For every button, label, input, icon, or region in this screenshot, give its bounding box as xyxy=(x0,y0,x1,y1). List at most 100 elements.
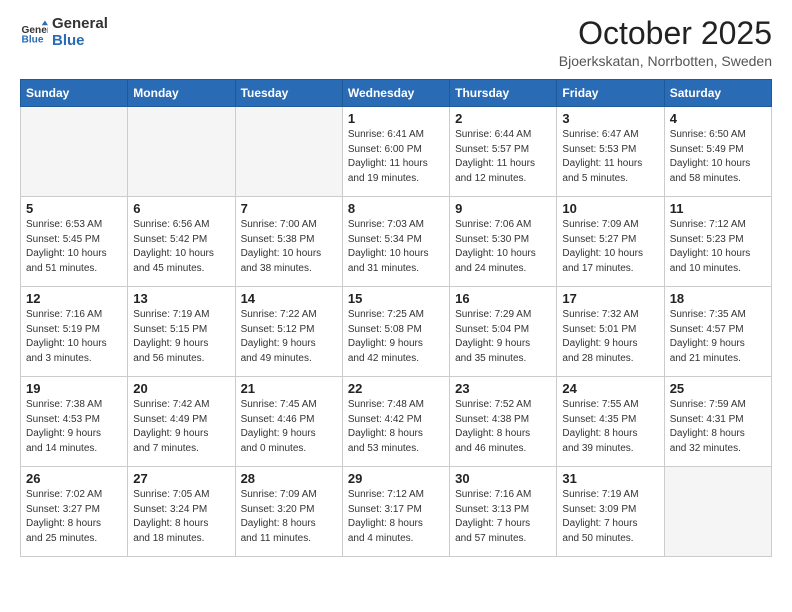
weekday-header-saturday: Saturday xyxy=(664,80,771,107)
calendar-cell: 2 Sunrise: 6:44 AM Sunset: 5:57 PM Daylig… xyxy=(450,107,557,197)
day-number: 23 xyxy=(455,381,551,396)
logo-general: General xyxy=(52,16,108,33)
calendar-cell xyxy=(664,467,771,557)
calendar-week-row: 12Sunrise: 7:16 AM Sunset: 5:19 PM Dayli… xyxy=(21,287,772,377)
day-info: Sunrise: 6:50 AM Sunset: 5:49 PM Dayligh… xyxy=(670,128,766,186)
day-info: Sunrise: 6:47 AM Sunset: 5:53 PM Dayligh… xyxy=(562,128,658,186)
day-info: Sunrise: 7:05 AM Sunset: 3:24 PM Dayligh… xyxy=(133,488,229,546)
calendar-cell: 17Sunrise: 7:32 AM Sunset: 5:01 PM Dayli… xyxy=(557,287,664,377)
day-info: Sunrise: 7:55 AM Sunset: 4:35 PM Dayligh… xyxy=(562,398,658,456)
day-number: 8 xyxy=(348,201,444,216)
day-number: 31 xyxy=(562,471,658,486)
day-info: Sunrise: 7:12 AM Sunset: 3:17 PM Dayligh… xyxy=(348,488,444,546)
day-number: 10 xyxy=(562,201,658,216)
day-info: Sunrise: 6:41 AM Sunset: 6:00 PM Dayligh… xyxy=(348,128,444,186)
day-info: Sunrise: 7:03 AM Sunset: 5:34 PM Dayligh… xyxy=(348,218,444,276)
calendar-cell: 9 Sunrise: 7:06 AM Sunset: 5:30 PM Daylig… xyxy=(450,197,557,287)
calendar-week-row: 1Sunrise: 6:41 AM Sunset: 6:00 PM Daylig… xyxy=(21,107,772,197)
day-info: Sunrise: 7:29 AM Sunset: 5:04 PM Dayligh… xyxy=(455,308,551,366)
weekday-header-tuesday: Tuesday xyxy=(235,80,342,107)
day-number: 5 xyxy=(26,201,122,216)
weekday-header-sunday: Sunday xyxy=(21,80,128,107)
day-info: Sunrise: 7:16 AM Sunset: 5:19 PM Dayligh… xyxy=(26,308,122,366)
month-title: October 2025 xyxy=(559,16,772,51)
day-number: 24 xyxy=(562,381,658,396)
calendar-cell: 6Sunrise: 6:56 AM Sunset: 5:42 PM Daylig… xyxy=(128,197,235,287)
day-number: 30 xyxy=(455,471,551,486)
calendar-cell: 14 Sunrise: 7:22 AM Sunset: 5:12 PM Dayli… xyxy=(235,287,342,377)
calendar-cell xyxy=(128,107,235,197)
day-number: 14 xyxy=(241,291,337,306)
day-number: 9 xyxy=(455,201,551,216)
calendar-cell: 19 Sunrise: 7:38 AM Sunset: 4:53 PM Dayli… xyxy=(21,377,128,467)
day-info: Sunrise: 6:56 AM Sunset: 5:42 PM Dayligh… xyxy=(133,218,229,276)
day-number: 21 xyxy=(241,381,337,396)
calendar-cell: 16 Sunrise: 7:29 AM Sunset: 5:04 PM Dayli… xyxy=(450,287,557,377)
day-info: Sunrise: 6:44 AM Sunset: 5:57 PM Dayligh… xyxy=(455,128,551,186)
calendar-cell: 26 Sunrise: 7:02 AM Sunset: 3:27 PM Dayli… xyxy=(21,467,128,557)
day-number: 17 xyxy=(562,291,658,306)
day-number: 26 xyxy=(26,471,122,486)
calendar-cell: 18Sunrise: 7:35 AM Sunset: 4:57 PM Dayli… xyxy=(664,287,771,377)
calendar-cell: 10 Sunrise: 7:09 AM Sunset: 5:27 PM Dayli… xyxy=(557,197,664,287)
calendar-cell: 27 Sunrise: 7:05 AM Sunset: 3:24 PM Dayli… xyxy=(128,467,235,557)
day-info: Sunrise: 7:09 AM Sunset: 5:27 PM Dayligh… xyxy=(562,218,658,276)
day-number: 20 xyxy=(133,381,229,396)
location: Bjoerkskatan, Norrbotten, Sweden xyxy=(559,53,772,69)
weekday-header-wednesday: Wednesday xyxy=(342,80,449,107)
day-number: 13 xyxy=(133,291,229,306)
calendar-cell: 1Sunrise: 6:41 AM Sunset: 6:00 PM Daylig… xyxy=(342,107,449,197)
calendar-cell: 3 Sunrise: 6:47 AM Sunset: 5:53 PM Daylig… xyxy=(557,107,664,197)
day-info: Sunrise: 7:19 AM Sunset: 3:09 PM Dayligh… xyxy=(562,488,658,546)
logo-blue: Blue xyxy=(52,33,108,50)
title-block: October 2025 Bjoerkskatan, Norrbotten, S… xyxy=(559,16,772,69)
day-info: Sunrise: 7:12 AM Sunset: 5:23 PM Dayligh… xyxy=(670,218,766,276)
calendar-cell xyxy=(235,107,342,197)
day-number: 11 xyxy=(670,201,766,216)
day-info: Sunrise: 7:06 AM Sunset: 5:30 PM Dayligh… xyxy=(455,218,551,276)
day-number: 18 xyxy=(670,291,766,306)
day-info: Sunrise: 7:02 AM Sunset: 3:27 PM Dayligh… xyxy=(26,488,122,546)
calendar-cell: 31 Sunrise: 7:19 AM Sunset: 3:09 PM Dayli… xyxy=(557,467,664,557)
day-info: Sunrise: 7:22 AM Sunset: 5:12 PM Dayligh… xyxy=(241,308,337,366)
weekday-header-thursday: Thursday xyxy=(450,80,557,107)
day-number: 2 xyxy=(455,111,551,126)
day-info: Sunrise: 7:48 AM Sunset: 4:42 PM Dayligh… xyxy=(348,398,444,456)
weekday-header-monday: Monday xyxy=(128,80,235,107)
logo: General Blue General Blue xyxy=(20,16,108,49)
calendar-cell: 24 Sunrise: 7:55 AM Sunset: 4:35 PM Dayli… xyxy=(557,377,664,467)
day-info: Sunrise: 7:38 AM Sunset: 4:53 PM Dayligh… xyxy=(26,398,122,456)
day-info: Sunrise: 7:25 AM Sunset: 5:08 PM Dayligh… xyxy=(348,308,444,366)
day-number: 28 xyxy=(241,471,337,486)
calendar-week-row: 26 Sunrise: 7:02 AM Sunset: 3:27 PM Dayli… xyxy=(21,467,772,557)
header: General Blue General Blue October 2025 B… xyxy=(20,16,772,69)
calendar-cell: 23 Sunrise: 7:52 AM Sunset: 4:38 PM Dayli… xyxy=(450,377,557,467)
calendar-cell: 22Sunrise: 7:48 AM Sunset: 4:42 PM Dayli… xyxy=(342,377,449,467)
weekday-header-friday: Friday xyxy=(557,80,664,107)
calendar-cell: 7Sunrise: 7:00 AM Sunset: 5:38 PM Daylig… xyxy=(235,197,342,287)
calendar-cell xyxy=(21,107,128,197)
day-info: Sunrise: 7:00 AM Sunset: 5:38 PM Dayligh… xyxy=(241,218,337,276)
day-info: Sunrise: 7:09 AM Sunset: 3:20 PM Dayligh… xyxy=(241,488,337,546)
calendar-cell: 12Sunrise: 7:16 AM Sunset: 5:19 PM Dayli… xyxy=(21,287,128,377)
day-info: Sunrise: 7:16 AM Sunset: 3:13 PM Dayligh… xyxy=(455,488,551,546)
day-info: Sunrise: 7:59 AM Sunset: 4:31 PM Dayligh… xyxy=(670,398,766,456)
day-info: Sunrise: 6:53 AM Sunset: 5:45 PM Dayligh… xyxy=(26,218,122,276)
day-number: 4 xyxy=(670,111,766,126)
day-number: 27 xyxy=(133,471,229,486)
day-info: Sunrise: 7:52 AM Sunset: 4:38 PM Dayligh… xyxy=(455,398,551,456)
calendar-cell: 11 Sunrise: 7:12 AM Sunset: 5:23 PM Dayli… xyxy=(664,197,771,287)
day-info: Sunrise: 7:45 AM Sunset: 4:46 PM Dayligh… xyxy=(241,398,337,456)
page: General Blue General Blue October 2025 B… xyxy=(0,0,792,573)
calendar-cell: 30 Sunrise: 7:16 AM Sunset: 3:13 PM Dayli… xyxy=(450,467,557,557)
day-number: 3 xyxy=(562,111,658,126)
calendar-cell: 21 Sunrise: 7:45 AM Sunset: 4:46 PM Dayli… xyxy=(235,377,342,467)
calendar-cell: 28 Sunrise: 7:09 AM Sunset: 3:20 PM Dayli… xyxy=(235,467,342,557)
day-info: Sunrise: 7:42 AM Sunset: 4:49 PM Dayligh… xyxy=(133,398,229,456)
day-number: 16 xyxy=(455,291,551,306)
calendar-cell: 13Sunrise: 7:19 AM Sunset: 5:15 PM Dayli… xyxy=(128,287,235,377)
day-number: 29 xyxy=(348,471,444,486)
calendar-week-row: 19 Sunrise: 7:38 AM Sunset: 4:53 PM Dayli… xyxy=(21,377,772,467)
day-number: 19 xyxy=(26,381,122,396)
day-number: 25 xyxy=(670,381,766,396)
